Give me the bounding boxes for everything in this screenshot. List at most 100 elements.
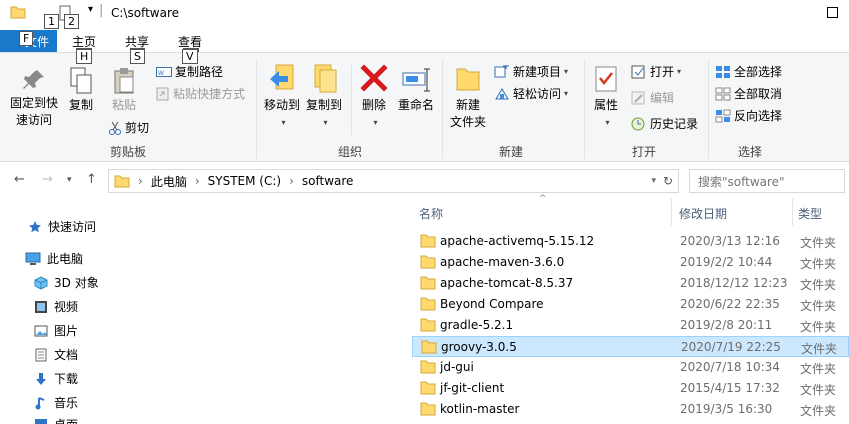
column-header-name[interactable]: 名称	[419, 205, 443, 222]
table-row[interactable]: apache-maven-3.6.0 2019/2/2 10:44 文件夹	[412, 252, 849, 273]
recent-locations-icon[interactable]: ▾	[67, 175, 72, 185]
easy-access-dropdown-icon: ▾	[564, 89, 569, 98]
open-dropdown-icon: ▾	[677, 67, 682, 76]
qat-dropdown-icon[interactable]: ▾	[88, 4, 93, 15]
clipboard-icon	[114, 68, 134, 94]
group-divider	[256, 59, 257, 159]
rename-label: 重命名	[397, 98, 434, 112]
search-input[interactable]: 搜索"software"	[689, 169, 845, 193]
table-row[interactable]: kotlin-master 2019/3/5 16:30 文件夹	[412, 399, 849, 420]
invert-selection-button[interactable]: 反向选择	[715, 107, 782, 124]
breadcrumb-software[interactable]: software	[302, 174, 354, 188]
group-divider-4	[708, 59, 709, 159]
new-item-icon	[494, 64, 509, 77]
rename-button[interactable]: 重命名	[396, 63, 436, 114]
paste-button[interactable]: 粘贴	[108, 67, 140, 114]
easy-access-icon	[495, 87, 509, 99]
nav-item-3d-objects[interactable]: 3D 对象	[34, 274, 99, 291]
open-button[interactable]: 打开 ▾	[631, 63, 681, 80]
nav-item-documents[interactable]: 文档	[34, 346, 78, 363]
history-button[interactable]: 历史记录	[631, 115, 698, 132]
history-icon	[631, 117, 645, 130]
breadcrumb-system-drive[interactable]: SYSTEM (C:)	[208, 174, 281, 188]
new-folder-label: 新建 文件夹	[449, 98, 486, 129]
file-date: 2020/7/19 22:25	[681, 340, 781, 354]
nav-item-desktop[interactable]: 桌面	[34, 416, 78, 424]
tab-file[interactable]: 文件 F	[0, 30, 57, 52]
table-row[interactable]: groovy-3.0.5 2020/7/19 22:25 文件夹	[412, 336, 849, 357]
nav-item-quick-access[interactable]: 快速访问	[28, 218, 96, 235]
table-row[interactable]: jd-gui 2020/7/18 10:34 文件夹	[412, 357, 849, 378]
select-none-button[interactable]: 全部取消	[715, 85, 782, 102]
cut-button[interactable]: 剪切	[108, 119, 149, 136]
new-item-button[interactable]: 新建项目 ▾	[494, 63, 568, 80]
nav-item-this-pc[interactable]: 此电脑	[25, 250, 83, 267]
easy-access-button[interactable]: 轻松访问 ▾	[494, 85, 568, 102]
breadcrumb-chevron-icon[interactable]: ›	[289, 174, 294, 188]
table-row[interactable]: apache-tomcat-8.5.37 2018/12/12 12:23 文件夹	[412, 273, 849, 294]
address-folder-icon	[114, 175, 130, 188]
copy-path-button[interactable]: W 复制路径	[156, 63, 223, 80]
svg-text:W: W	[158, 70, 164, 77]
ribbon-tabs: 文件 F 主页 H 共享 S 查看 V	[0, 30, 849, 63]
paste-shortcut-button[interactable]: 粘贴快捷方式	[156, 85, 245, 102]
up-icon[interactable]: ↑	[86, 172, 97, 187]
download-icon	[36, 372, 46, 385]
forward-icon[interactable]: →	[42, 172, 53, 187]
folder-icon	[420, 318, 436, 332]
properties-button[interactable]: 属性 ▾	[590, 63, 622, 131]
nav-item-pictures[interactable]: 图片	[34, 322, 78, 339]
nav-label: 桌面	[54, 416, 78, 424]
column-header-date[interactable]: 修改日期	[679, 205, 727, 222]
pin-to-quick-access-button[interactable]: 固定到快 速访问	[6, 67, 62, 129]
file-type: 文件夹	[800, 383, 837, 397]
file-key-tip: F	[19, 31, 34, 46]
history-label: 历史记录	[650, 117, 699, 131]
nav-item-downloads[interactable]: 下载	[34, 370, 78, 387]
breadcrumb-chevron-icon[interactable]: ›	[195, 174, 200, 188]
back-icon[interactable]: ←	[14, 172, 25, 187]
file-date: 2019/2/8 20:11	[680, 318, 773, 332]
select-all-icon	[716, 65, 730, 78]
move-to-button[interactable]: 移动到 ▾	[262, 63, 302, 131]
breadcrumb-this-pc[interactable]: 此电脑	[151, 173, 187, 190]
pin-icon	[23, 70, 44, 89]
edit-button[interactable]: 编辑	[631, 89, 674, 106]
file-date: 2020/7/18 10:34	[680, 360, 780, 374]
address-dropdown-icon[interactable]: ▾	[651, 176, 656, 186]
nav-label: 此电脑	[47, 252, 84, 266]
file-date: 2020/3/13 12:16	[680, 234, 780, 248]
new-folder-button[interactable]: 新建 文件夹	[448, 63, 488, 131]
nav-item-videos[interactable]: 视频	[34, 298, 78, 315]
column-header-type[interactable]: 类型	[798, 205, 822, 222]
navigation-bar: ← → ▾ ↑ › 此电脑 › SYSTEM (C:) › software ▾…	[0, 162, 849, 198]
copy-path-label: 复制路径	[175, 65, 224, 79]
breadcrumb-chevron-icon[interactable]: ›	[138, 174, 143, 188]
file-name: apache-tomcat-8.5.37	[440, 276, 574, 290]
refresh-icon[interactable]: ↻	[663, 174, 673, 188]
copy-to-dropdown-icon: ▾	[323, 118, 328, 127]
table-row[interactable]: gradle-5.2.1 2019/2/8 20:11 文件夹	[412, 315, 849, 336]
delete-button[interactable]: 删除 ▾	[358, 63, 390, 131]
copy-to-button[interactable]: 复制到 ▾	[304, 63, 344, 131]
properties-dropdown-icon: ▾	[605, 118, 610, 127]
folder-icon	[420, 255, 436, 269]
copy-button[interactable]: 复制	[66, 67, 96, 114]
address-bar[interactable]: › 此电脑 › SYSTEM (C:) › software ▾ ↻	[108, 169, 679, 193]
file-list: ^ 名称 修改日期 类型 apache-activemq-5.15.12 2020…	[405, 194, 849, 424]
table-row[interactable]: apache-activemq-5.15.12 2020/3/13 12:16 文件…	[412, 231, 849, 252]
copy-key-tip-h: H	[76, 49, 93, 64]
maximize-icon[interactable]	[827, 6, 838, 22]
column-divider[interactable]	[671, 198, 672, 226]
folder-icon	[420, 297, 436, 311]
new-folder-icon	[456, 68, 480, 91]
folder-icon[interactable]	[10, 5, 26, 19]
easy-access-label: 轻松访问	[513, 87, 562, 101]
table-row[interactable]: jf-git-client 2015/4/15 17:32 文件夹	[412, 378, 849, 399]
select-all-button[interactable]: 全部选择	[715, 63, 782, 80]
open-label: 打开	[650, 65, 675, 79]
folder-icon	[420, 234, 436, 248]
column-divider[interactable]	[792, 198, 793, 226]
nav-item-music[interactable]: 音乐	[34, 394, 78, 411]
table-row[interactable]: Beyond Compare 2020/6/22 22:35 文件夹	[412, 294, 849, 315]
